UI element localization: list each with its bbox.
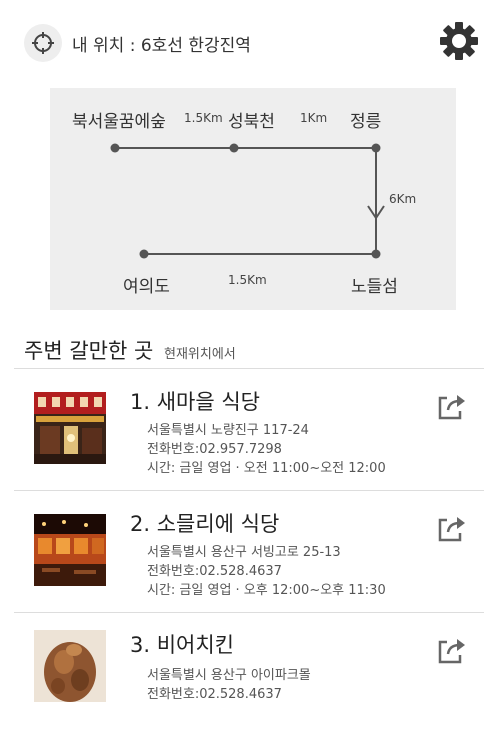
divider: [14, 612, 484, 613]
route-map: 북서울꿈에숲 1.5Km 성북천 1Km 정릉 6Km 여의도 1.5Km 노들…: [50, 88, 456, 310]
divider: [14, 490, 484, 491]
station-label: 여의도: [123, 277, 170, 297]
place-name: 3. 비어치킨: [130, 633, 234, 657]
restaurant-photo: [34, 514, 106, 586]
place-hours: 시간: 금일 영업 · 오전 11:00~오전 12:00: [147, 461, 386, 476]
station-label: 성북천: [228, 112, 275, 132]
place-address: 서울특별시 용산구 아이파크몰: [147, 668, 311, 683]
place-address: 서울특별시 노량진구 117-24: [147, 423, 309, 438]
gear-icon: [440, 22, 478, 60]
restaurant-photo: [34, 392, 106, 464]
list-item[interactable]: 2. 소믈리에 식당 서울특별시 용산구 서빙고로 25-13 전화번호:02.…: [0, 490, 498, 612]
place-phone: 전화번호:02.528.4637: [147, 564, 282, 579]
share-icon: [438, 639, 465, 664]
distance-label: 6Km: [389, 192, 417, 206]
place-hours: 시간: 금일 영업 · 오후 12:00~오후 11:30: [147, 583, 386, 598]
share-button[interactable]: [436, 636, 466, 666]
place-phone: 전화번호:02.957.7298: [147, 442, 282, 457]
share-icon: [438, 517, 465, 542]
my-location-button[interactable]: [24, 24, 62, 62]
distance-label: 1.5Km: [228, 273, 267, 287]
station-label: 북서울꿈에숲: [72, 112, 166, 132]
settings-button[interactable]: [439, 21, 479, 61]
list-item[interactable]: 3. 비어치킨 서울특별시 용산구 아이파크몰 전화번호:02.528.4637: [0, 612, 498, 734]
place-phone: 전화번호:02.528.4637: [147, 687, 282, 702]
nearby-subtitle: 현재위치에서: [164, 347, 236, 362]
nearby-title: 주변 갈만한 곳: [24, 339, 154, 363]
place-name: 2. 소믈리에 식당: [130, 512, 280, 536]
share-button[interactable]: [436, 392, 466, 422]
distance-label: 1Km: [300, 111, 328, 125]
share-icon: [438, 395, 465, 420]
station-label: 노들섬: [351, 277, 398, 297]
divider: [14, 368, 484, 369]
header: 내 위치 : 6호선 한강진역: [0, 0, 498, 84]
share-button[interactable]: [436, 514, 466, 544]
current-location-label: 내 위치 : 6호선 한강진역: [72, 36, 251, 56]
place-address: 서울특별시 용산구 서빙고로 25-13: [147, 545, 341, 560]
list-item[interactable]: 1. 새마을 식당 서울특별시 노량진구 117-24 전화번호:02.957.…: [0, 368, 498, 490]
restaurant-photo: [34, 630, 106, 702]
station-label: 정릉: [350, 112, 382, 132]
distance-label: 1.5Km: [184, 111, 223, 125]
place-name: 1. 새마을 식당: [130, 390, 260, 414]
crosshair-icon: [32, 32, 54, 54]
